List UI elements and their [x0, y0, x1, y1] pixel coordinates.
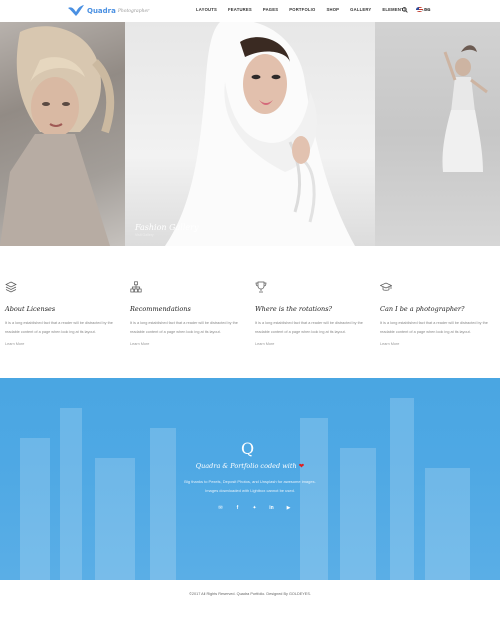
portrait-white-scarf-illustration	[165, 22, 355, 246]
hero-caption-title[interactable]: Fashion Gallery	[135, 223, 198, 232]
trophy-icon	[255, 281, 267, 293]
linkedin-icon[interactable]: in	[263, 504, 280, 512]
footer-credit-line: Big thanks to Pexels, Deposit Photos, an…	[184, 479, 316, 484]
feature-title: Recommendations	[130, 305, 191, 313]
copyright-text: ©2017 All Rights Reserved. Quadra Portfo…	[189, 592, 311, 596]
sitemap-icon	[130, 281, 142, 293]
layers-icon	[5, 281, 17, 293]
search-icon[interactable]	[402, 7, 408, 13]
nav-shop[interactable]: SHOP	[326, 7, 339, 12]
gallery-image-center[interactable]	[125, 22, 375, 246]
feature-recommendations: Recommendations It is a long established…	[130, 280, 245, 346]
learn-more-link[interactable]: Learn More	[380, 342, 495, 346]
twitter-icon[interactable]: ✦	[246, 504, 263, 512]
portrait-blonde-illustration	[0, 26, 115, 246]
top-navbar: Quadra Photographer LAYOUTS FEATURES PAG…	[0, 0, 500, 22]
footer-q-logo: Q	[241, 439, 255, 458]
heart-icon: ❤	[298, 462, 305, 470]
hero-gallery	[0, 22, 500, 246]
feature-title: Can I be a photographer?	[380, 305, 465, 313]
nav-portfolio[interactable]: PORTFOLIO	[289, 7, 315, 12]
language-label: En	[425, 7, 430, 12]
feature-text: It is a long established fact that a rea…	[380, 321, 488, 334]
feature-title: Where is the rotations?	[255, 305, 333, 313]
nav-layouts[interactable]: LAYOUTS	[196, 7, 217, 12]
social-links: ✉ f ✦ in ▶	[212, 504, 297, 512]
gallery-image-right[interactable]	[375, 22, 500, 246]
footer-title-text: Quadra & Portfolio coded with	[195, 462, 297, 470]
hero-caption-subtitle[interactable]: Visit Gallery	[135, 233, 154, 237]
brand-tagline: Photographer	[117, 9, 150, 14]
learn-more-link[interactable]: Learn More	[5, 342, 120, 346]
learn-more-link[interactable]: Learn More	[255, 342, 370, 346]
footer-notice-line: Images downloaded with Lightbox cannot b…	[205, 488, 295, 493]
graduation-cap-icon	[379, 282, 393, 291]
logo[interactable]: Quadra Photographer	[68, 5, 149, 17]
nav-features[interactable]: FEATURES	[228, 7, 252, 12]
bird-logo-icon	[68, 5, 84, 16]
us-flag-icon	[416, 7, 423, 12]
youtube-icon[interactable]: ▶	[280, 504, 297, 512]
feature-title: About Licenses	[5, 305, 56, 313]
brand-name: Quadra	[87, 7, 116, 15]
feature-about-licenses: About Licenses It is a long established …	[5, 280, 120, 346]
footer-title: Quadra & Portfolio coded with ❤	[0, 462, 500, 470]
nav-pages[interactable]: PAGES	[263, 7, 278, 12]
feature-rotations: Where is the rotations? It is a long est…	[255, 280, 370, 346]
portrait-dancer-illustration	[442, 45, 488, 172]
language-selector[interactable]: En	[416, 7, 430, 12]
feature-photographer: Can I be a photographer? It is a long es…	[379, 280, 495, 346]
gallery-image-left[interactable]	[0, 22, 125, 246]
learn-more-link[interactable]: Learn More	[130, 342, 245, 346]
feature-text: It is a long established fact that a rea…	[5, 321, 113, 334]
email-icon[interactable]: ✉	[212, 504, 229, 512]
feature-text: It is a long established fact that a rea…	[130, 321, 238, 334]
facebook-icon[interactable]: f	[229, 504, 246, 512]
feature-text: It is a long established fact that a rea…	[255, 321, 363, 334]
nav-gallery[interactable]: GALLERY	[350, 7, 371, 12]
